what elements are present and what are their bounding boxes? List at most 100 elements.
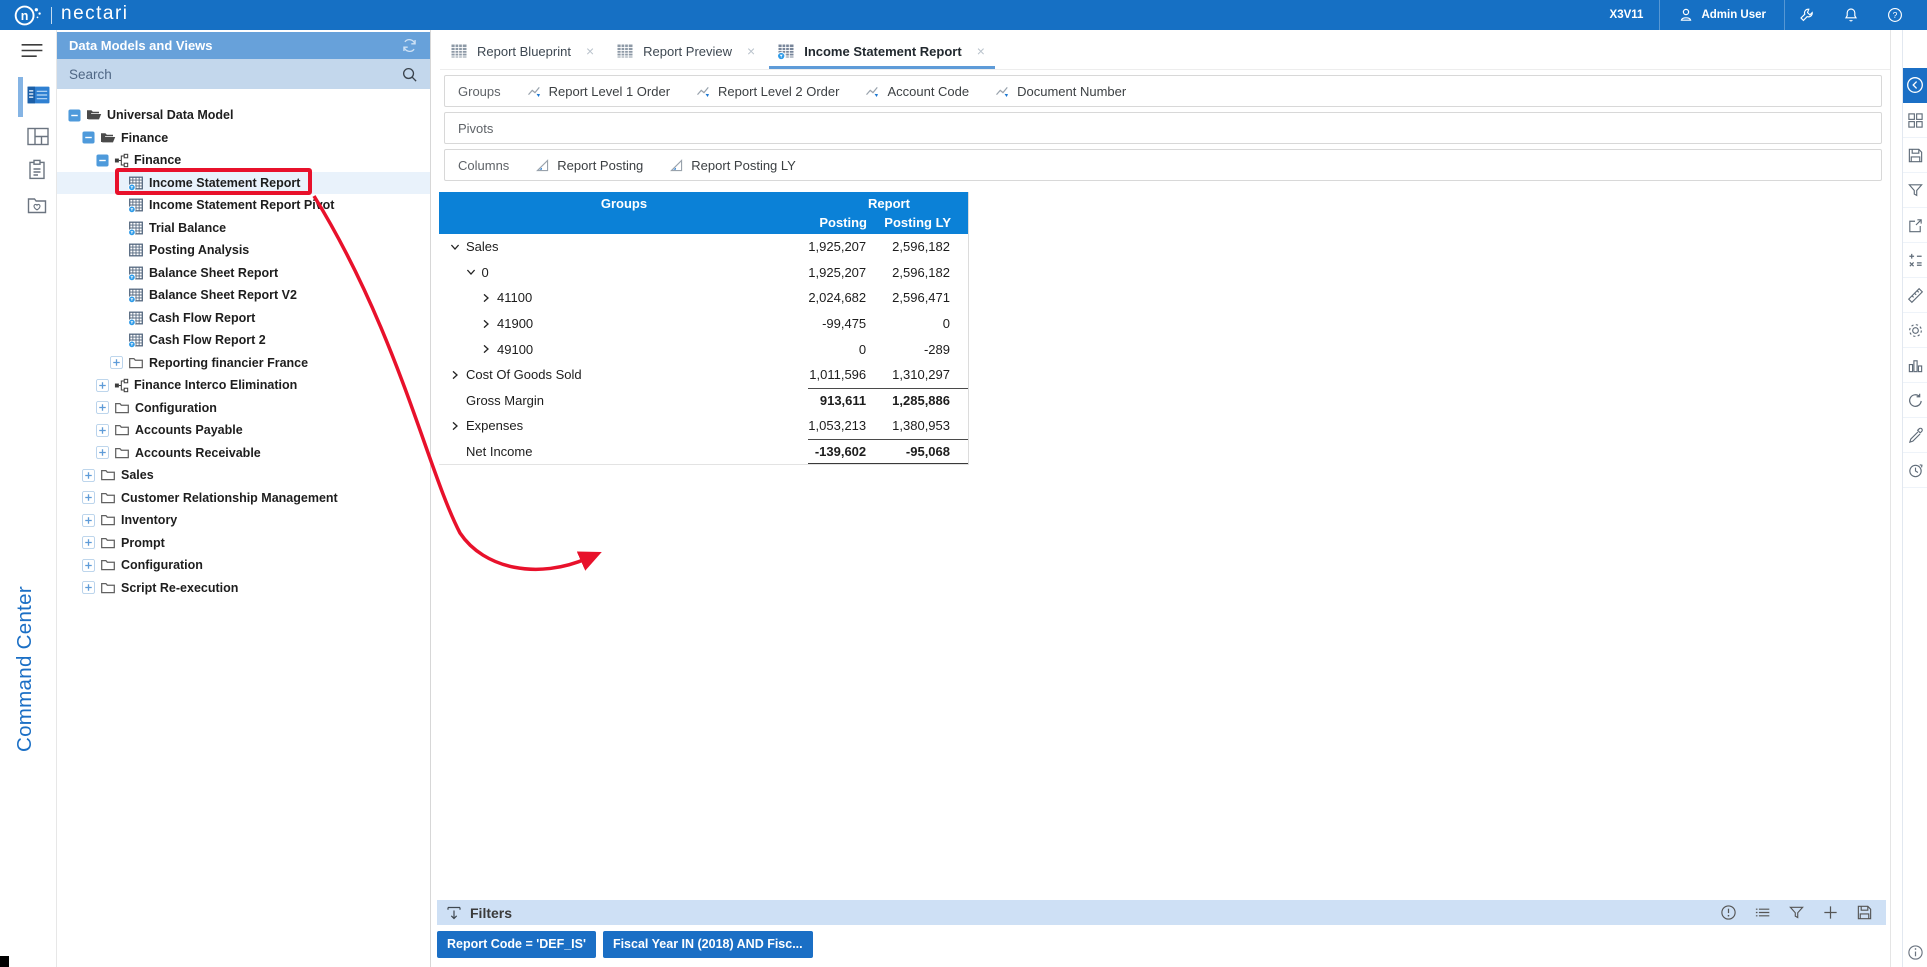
filter-chip[interactable]: Report Code = 'DEF_IS' (437, 931, 596, 958)
tree-node-accounts-receivable[interactable]: Accounts Receivable (57, 442, 430, 465)
tree-node-prompt[interactable]: Prompt (57, 532, 430, 555)
tree-node-income-statement-report[interactable]: Income Statement Report (57, 172, 430, 195)
refresh-icon[interactable] (401, 37, 418, 54)
filters-toolbar (1720, 904, 1877, 921)
group-field-account-code[interactable]: Account Code (865, 84, 969, 99)
user-menu[interactable]: Admin User (1660, 7, 1784, 23)
tab-close-icon[interactable]: × (977, 44, 985, 58)
folder-icon (100, 557, 116, 573)
save-icon (1907, 147, 1924, 164)
column-field-report-posting-ly[interactable]: Report Posting LY (669, 158, 796, 173)
tree-node-universal-data-model[interactable]: Universal Data Model (57, 104, 430, 127)
rail-refresh-button[interactable] (1903, 383, 1927, 418)
tree-node-script-re-execution[interactable]: Script Re-execution (57, 577, 430, 600)
tree-node-income-statement-report-pivot[interactable]: Income Statement Report Pivot (57, 194, 430, 217)
filter-list-icon[interactable] (1754, 904, 1771, 921)
report-row-gross-margin[interactable]: Gross Margin913,6111,285,886 (439, 388, 968, 414)
search-input[interactable] (69, 67, 401, 82)
expander-plus-icon (95, 379, 109, 392)
brand-divider (51, 7, 52, 24)
tree-node-balance-sheet-report-v2[interactable]: Balance Sheet Report V2 (57, 284, 430, 307)
notifications-button[interactable] (1829, 7, 1873, 23)
rail-style-picker-button[interactable] (1903, 418, 1927, 453)
group-field-report-level-1-order[interactable]: Report Level 1 Order (527, 84, 670, 99)
history-icon (1907, 462, 1924, 479)
rail-settings-button[interactable] (1903, 313, 1927, 348)
rail-filter-button[interactable] (1903, 173, 1927, 208)
expander-plus-icon (81, 469, 95, 482)
rail-chart-button[interactable] (1903, 348, 1927, 383)
expander-plus-icon (109, 356, 123, 369)
save-filter-icon[interactable] (1856, 904, 1873, 921)
rail-collapse-panel-button[interactable] (1903, 68, 1927, 103)
filter-funnel-icon[interactable] (1788, 904, 1805, 921)
pivots-label: Pivots (458, 121, 493, 136)
tree-node-customer-relationship-management[interactable]: Customer Relationship Management (57, 487, 430, 510)
tree-node-sales[interactable]: Sales (57, 464, 430, 487)
report-row-expenses[interactable]: Expenses1,053,2131,380,953 (439, 413, 968, 439)
group-field-document-number[interactable]: Document Number (995, 84, 1126, 99)
tab-income-statement-report[interactable]: Income Statement Report× (767, 33, 997, 69)
rail-calculated-fields-button[interactable] (1903, 243, 1927, 278)
group-field-report-level-2-order[interactable]: Report Level 2 Order (696, 84, 839, 99)
gear-icon (1907, 322, 1924, 339)
report-row-sales[interactable]: Sales1,925,2072,596,182 (439, 234, 968, 260)
tree-node-finance[interactable]: Finance (57, 149, 430, 172)
tree-node-configuration[interactable]: Configuration (57, 397, 430, 420)
report-row-cost-of-goods-sold[interactable]: Cost Of Goods Sold1,011,5961,310,297 (439, 362, 968, 388)
expander-plus-icon (95, 446, 109, 459)
tree-node-configuration[interactable]: Configuration (57, 554, 430, 577)
tree-node-trial-balance[interactable]: Trial Balance (57, 217, 430, 240)
measure-icon (669, 158, 684, 173)
report-row-41900[interactable]: 41900-99,4750 (439, 311, 968, 337)
funnel-icon (1907, 182, 1924, 199)
expander-minus-icon (81, 131, 95, 144)
hamburger-menu-icon[interactable] (20, 42, 44, 59)
folder-icon (100, 490, 116, 506)
tree-node-cash-flow-report[interactable]: Cash Flow Report (57, 307, 430, 330)
chev-right-icon (448, 369, 462, 381)
report-row-41100[interactable]: 411002,024,6822,596,471 (439, 285, 968, 311)
info-icon[interactable] (1903, 944, 1927, 961)
tree-node-balance-sheet-report[interactable]: Balance Sheet Report (57, 262, 430, 285)
datamodel-icon (114, 153, 129, 168)
help-button[interactable]: ? (1873, 7, 1917, 23)
search-bar (57, 59, 430, 89)
data-models-icon[interactable] (27, 85, 50, 105)
warning-circle-icon[interactable] (1720, 904, 1737, 921)
view-filter-icon (128, 265, 144, 281)
filter-chip[interactable]: Fiscal Year IN (2018) AND Fisc... (603, 931, 813, 958)
tab-close-icon[interactable]: × (747, 44, 755, 58)
clipboard-icon[interactable] (27, 159, 47, 180)
header-report: Report (809, 192, 969, 213)
tree-node-cash-flow-report-2[interactable]: Cash Flow Report 2 (57, 329, 430, 352)
rail-dashboard-button[interactable] (1903, 103, 1927, 138)
tree-node-reporting-financier-france[interactable]: Reporting financier France (57, 352, 430, 375)
add-filter-icon[interactable] (1822, 904, 1839, 921)
column-field-report-posting[interactable]: Report Posting (535, 158, 643, 173)
tree-node-inventory[interactable]: Inventory (57, 509, 430, 532)
picker-icon (1907, 427, 1924, 444)
tree-node-finance-interco-elimination[interactable]: Finance Interco Elimination (57, 374, 430, 397)
filters-title: Filters (470, 905, 512, 921)
favorites-folder-icon[interactable] (27, 196, 47, 215)
tree-node-posting-analysis[interactable]: Posting Analysis (57, 239, 430, 262)
report-row-net-income[interactable]: Net Income-139,602-95,068 (439, 439, 968, 465)
rail-save-button[interactable] (1903, 138, 1927, 173)
folder-icon (114, 400, 130, 416)
dash-icon (1907, 112, 1924, 129)
tree-node-finance[interactable]: Finance (57, 127, 430, 150)
tree-node-accounts-payable[interactable]: Accounts Payable (57, 419, 430, 442)
folder-icon (114, 422, 130, 438)
report-row-49100[interactable]: 491000-289 (439, 336, 968, 362)
rail-measure-button[interactable] (1903, 278, 1927, 313)
rail-export-button[interactable] (1903, 208, 1927, 243)
filters-icon (446, 905, 462, 921)
rail-history-button[interactable] (1903, 453, 1927, 488)
tab-report-preview[interactable]: Report Preview× (606, 33, 767, 69)
layouts-icon[interactable] (27, 127, 49, 146)
report-row-0[interactable]: 01,925,2072,596,182 (439, 260, 968, 286)
admin-tools-button[interactable] (1785, 7, 1829, 23)
tab-close-icon[interactable]: × (586, 44, 594, 58)
tab-report-blueprint[interactable]: Report Blueprint× (440, 33, 606, 69)
